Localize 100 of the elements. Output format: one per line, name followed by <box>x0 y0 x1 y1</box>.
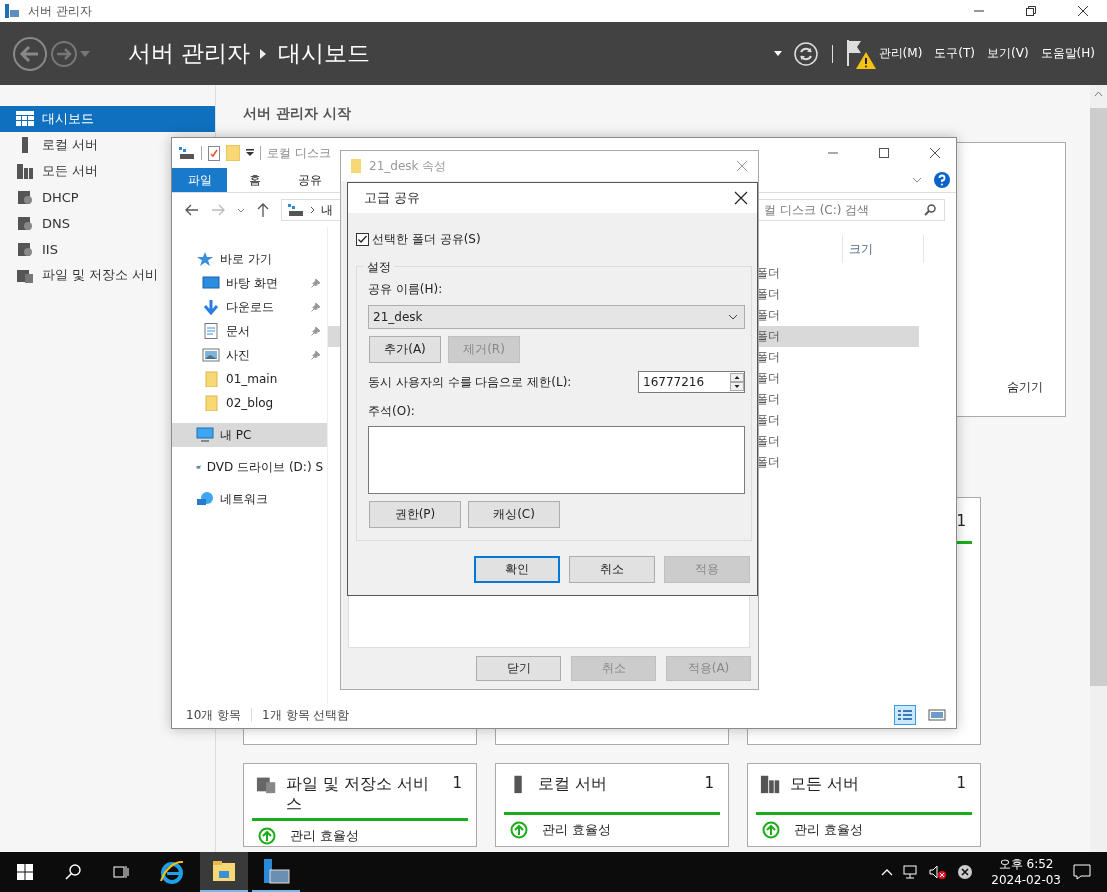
status-label: 관리 효율성 <box>794 821 864 839</box>
maximize-button[interactable] <box>878 147 890 159</box>
nav-item[interactable]: 바로 가기 <box>172 247 327 271</box>
tile[interactable]: 로컬 서버 1 관리 효율성 <box>495 763 729 847</box>
dialog-button[interactable]: 취소 <box>569 556 655 583</box>
dialog-button[interactable]: 권한(P) <box>369 501 461 528</box>
sidebar-item[interactable]: 로컬 서버 <box>0 132 103 158</box>
file-explorer-app-button[interactable] <box>200 852 248 892</box>
start-button[interactable] <box>17 864 33 880</box>
sidebar-item[interactable]: 모든 서버 <box>0 158 103 184</box>
nav-icon <box>196 427 214 443</box>
refresh-button[interactable] <box>793 41 818 66</box>
restore-button[interactable] <box>1025 5 1037 17</box>
tile-title: 로컬 서버 <box>538 774 609 794</box>
chevron-right-icon <box>310 206 315 214</box>
scroll-up-icon[interactable] <box>1094 91 1103 97</box>
breadcrumb-separator-icon <box>260 48 267 59</box>
close-button[interactable] <box>1077 5 1089 17</box>
tile-title: 모든 서버 <box>790 774 861 794</box>
dropdown-icon[interactable] <box>246 149 254 157</box>
comment-field[interactable] <box>368 426 745 494</box>
hide-link[interactable]: 숨기기 <box>1007 379 1043 396</box>
column-header[interactable]: 크기 <box>843 240 873 258</box>
scrollbar-thumb[interactable] <box>1090 108 1107 686</box>
ribbon-tab[interactable]: 홈 <box>227 168 282 192</box>
notification-icon[interactable] <box>1073 864 1091 880</box>
ribbon-tab[interactable]: 파일 <box>172 168 227 192</box>
back-button[interactable] <box>12 35 48 72</box>
user-limit-spinner[interactable]: 16777216 <box>638 371 745 393</box>
details-view-button[interactable] <box>894 705 916 725</box>
status-label: 관리 효율성 <box>542 821 612 839</box>
dialog-button[interactable]: 닫기 <box>476 656 561 681</box>
clock[interactable]: 오후 6:52 2024-02-03 <box>991 856 1061 888</box>
dialog-button[interactable]: 확인 <box>474 556 560 583</box>
spin-up-icon <box>730 373 744 382</box>
checkbox-label[interactable]: 선택한 폴더 공유(S) <box>372 231 481 248</box>
nav-item[interactable]: 사진 <box>172 343 327 367</box>
status-label: 관리 효율성 <box>290 827 360 845</box>
nav-item[interactable]: 내 PC <box>172 423 327 447</box>
menu-item[interactable]: 도움말(H) <box>1040 45 1095 62</box>
dialog-button[interactable]: 캐싱(C) <box>468 501 560 528</box>
nav-icon <box>202 299 220 315</box>
dropdown-icon[interactable] <box>773 51 782 56</box>
nav-item[interactable]: 문서 <box>172 319 327 343</box>
menu-item[interactable]: 보기(V) <box>987 45 1029 62</box>
nav-item[interactable]: 네트워크 <box>172 487 327 511</box>
nav-item[interactable]: 다운로드 <box>172 295 327 319</box>
error-icon[interactable] <box>957 864 974 880</box>
sidebar-item[interactable]: 파일 및 저장소 서비 <box>0 262 163 288</box>
network-icon[interactable] <box>903 864 920 880</box>
nav-item[interactable]: DVD 드라이브 (D:) S <box>172 455 327 479</box>
drive-icon <box>288 204 304 216</box>
nav-item[interactable]: 02_blog <box>172 391 327 415</box>
properties-icon[interactable] <box>208 145 220 161</box>
nav-icon <box>196 491 214 507</box>
up-icon[interactable] <box>257 203 269 217</box>
menu-item[interactable]: 관리(M) <box>878 45 923 62</box>
group-label: 설정 <box>364 259 394 276</box>
help-icon[interactable] <box>934 172 950 188</box>
search-button[interactable] <box>65 864 81 880</box>
sidebar-item[interactable]: DHCP <box>0 184 83 210</box>
nav-icon <box>202 275 220 291</box>
field-label: 주석(O): <box>368 403 416 420</box>
speaker-muted-icon[interactable] <box>929 864 948 880</box>
tile[interactable]: 파일 및 저장소 서비스 1 관리 효율성 <box>243 763 477 847</box>
dialog-button[interactable]: 추가(A) <box>369 336 441 363</box>
sidebar-item[interactable]: IIS <box>0 236 62 262</box>
sidebar-item[interactable]: 대시보드 <box>0 106 215 132</box>
ribbon-tab[interactable]: 공유 <box>282 168 337 192</box>
checkbox[interactable] <box>356 233 369 246</box>
breadcrumb-item[interactable]: 대시보드 <box>278 38 371 69</box>
back-icon[interactable] <box>185 204 199 216</box>
window-title: 로컬 디스크 <box>267 144 331 162</box>
warning-flag-icon[interactable] <box>844 37 877 70</box>
task-view-button[interactable] <box>113 864 129 880</box>
menu-item[interactable]: 도구(T) <box>934 45 976 62</box>
tile-count: 1 <box>956 512 966 530</box>
nav-icon <box>202 323 220 339</box>
nav-item[interactable]: 바탕 화면 <box>172 271 327 295</box>
field-label: 동시 사용자의 수를 다음으로 제한(L): <box>368 373 572 391</box>
nav-item[interactable]: 01_main <box>172 367 327 391</box>
drive-icon <box>179 147 195 159</box>
search-icon <box>924 204 936 216</box>
nav-icon <box>202 371 220 387</box>
chevron-up-icon[interactable] <box>881 868 894 876</box>
tile-count: 1 <box>956 774 966 792</box>
sidebar-item[interactable]: DNS <box>0 210 74 236</box>
breadcrumb-item[interactable]: 서버 관리자 <box>128 38 251 69</box>
browser-logo-icon <box>159 859 185 885</box>
chevron-icon[interactable] <box>237 207 245 213</box>
folder-icon <box>351 159 361 173</box>
share-name-dropdown[interactable]: 21_desk <box>368 305 745 329</box>
folder-icon <box>212 860 236 882</box>
spin-down-icon <box>730 382 744 391</box>
tile[interactable]: 모든 서버 1 관리 효율성 <box>747 763 981 847</box>
status-text: 10개 항목 <box>186 706 242 724</box>
chevron-icon[interactable] <box>912 177 922 183</box>
field-label: 공유 이름(H): <box>368 281 444 298</box>
close-button[interactable] <box>929 147 941 159</box>
close-button[interactable] <box>734 191 748 205</box>
